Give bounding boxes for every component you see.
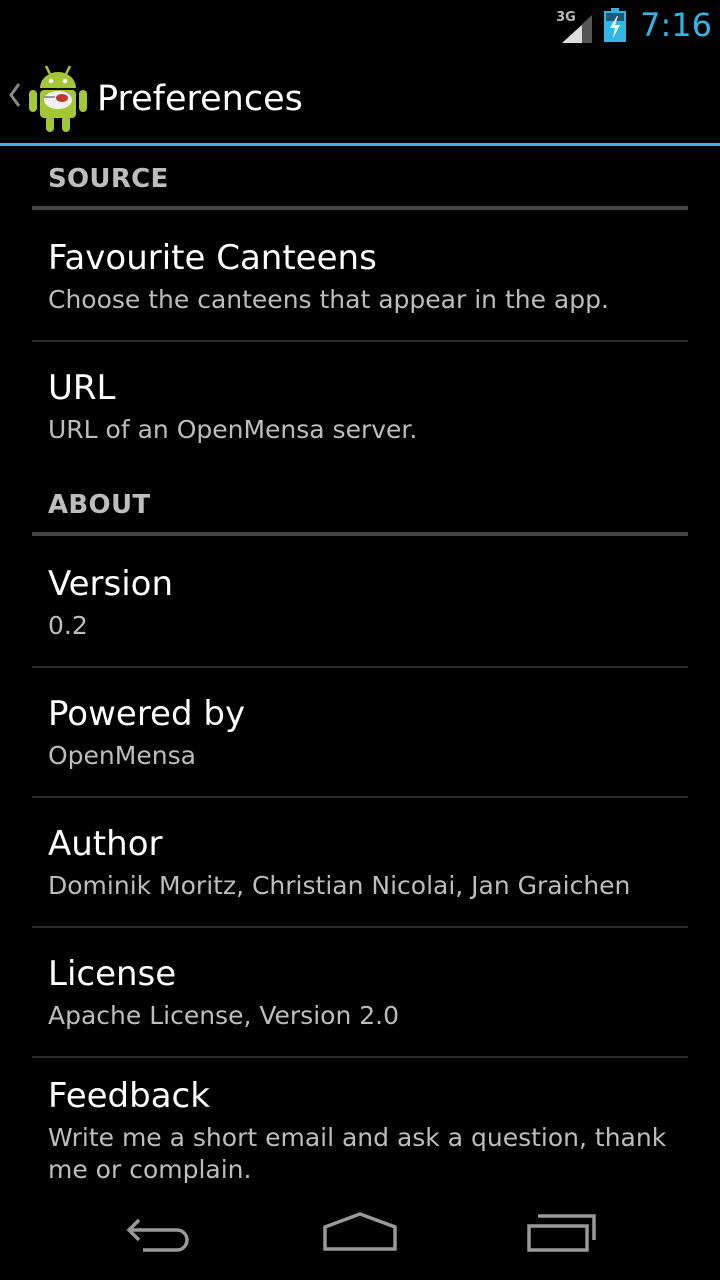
pref-title: Favourite Canteens: [48, 238, 377, 278]
android-icon[interactable]: [26, 62, 90, 134]
pref-summary: OpenMensa: [48, 741, 196, 770]
back-button[interactable]: [80, 1184, 240, 1280]
pref-title: Author: [48, 824, 163, 864]
pref-summary: Dominik Moritz, Christian Nicolai, Jan G…: [48, 871, 631, 900]
pref-title: URL: [48, 368, 116, 408]
pref-version[interactable]: Version 0.2: [0, 536, 720, 666]
chevron-left-icon: [9, 83, 21, 107]
pref-summary: Choose the canteens that appear in the a…: [48, 285, 609, 314]
home-icon: [323, 1212, 397, 1251]
pref-summary: 0.2: [48, 611, 88, 640]
status-icons: 3G 7:16: [556, 0, 712, 50]
pref-powered-by[interactable]: Powered by OpenMensa: [0, 668, 720, 796]
pref-summary: URL of an OpenMensa server.: [48, 415, 418, 444]
signal-icon: 3G: [556, 5, 594, 45]
category-source: SOURCE: [48, 164, 169, 194]
pref-author[interactable]: Author Dominik Moritz, Christian Nicolai…: [0, 798, 720, 926]
recents-icon: [527, 1214, 596, 1252]
status-bar: 3G 7:16: [0, 0, 720, 50]
clock: 7:16: [640, 6, 712, 44]
pref-favourite-canteens[interactable]: Favourite Canteens Choose the canteens t…: [0, 210, 720, 340]
back-icon: [126, 1218, 189, 1252]
pref-feedback[interactable]: Feedback Write me a short email and ask …: [0, 1058, 720, 1184]
pref-title: Version: [48, 564, 174, 604]
recents-button[interactable]: [482, 1184, 642, 1280]
pref-title: Feedback: [48, 1076, 210, 1116]
pref-summary: Write me a short email and ask a questio…: [48, 1123, 667, 1184]
battery-icon: [604, 8, 627, 42]
home-button[interactable]: [280, 1184, 440, 1280]
pref-title: License: [48, 954, 177, 994]
page-title: Preferences: [97, 79, 303, 119]
pref-summary: Apache License, Version 2.0: [48, 1001, 399, 1030]
pref-url[interactable]: URL URL of an OpenMensa server.: [0, 342, 720, 472]
navigation-bar: [0, 1184, 720, 1280]
category-about: ABOUT: [48, 490, 151, 520]
pref-title: Powered by: [48, 694, 246, 734]
pref-license[interactable]: License Apache License, Version 2.0: [0, 928, 720, 1056]
preferences-list[interactable]: SOURCE Favourite Canteens Choose the can…: [0, 146, 720, 1184]
